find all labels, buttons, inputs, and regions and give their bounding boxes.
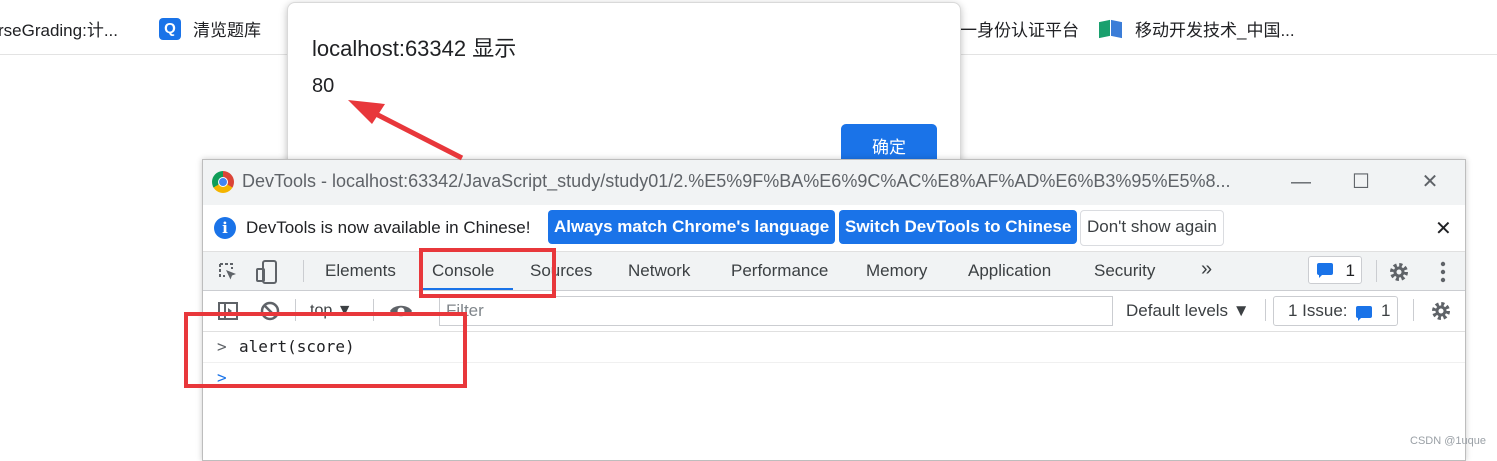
bookmark-label: 清览题库 xyxy=(193,21,261,40)
issue-icon xyxy=(1356,306,1373,321)
kebab-menu-icon[interactable] xyxy=(1433,260,1453,284)
toolbar-separator xyxy=(1376,260,1377,282)
inspect-element-icon[interactable] xyxy=(217,261,239,283)
bookmark-label: 移动开发技术_中国... xyxy=(1135,21,1295,40)
infobar-text: DevTools is now available in Chinese! xyxy=(246,218,531,237)
bookmark-label: 一身份认证平台 xyxy=(960,21,1079,40)
toolbar-separator xyxy=(1265,299,1266,321)
bookmark-item[interactable]: 移动开发技术_中国... xyxy=(1099,16,1295,41)
book-icon xyxy=(1099,19,1123,39)
tab-security[interactable]: Security xyxy=(1094,261,1155,281)
console-settings-icon[interactable] xyxy=(1429,299,1453,323)
messages-count: 1 xyxy=(1345,261,1355,280)
devtools-tabbar: Elements Console Sources Network Perform… xyxy=(203,252,1465,291)
issues-button[interactable]: 1 Issue: 1 xyxy=(1273,296,1398,326)
annotation-box-console-input xyxy=(184,312,467,388)
q-icon: Q xyxy=(159,17,181,40)
devtools-titlebar: DevTools - localhost:63342/JavaScript_st… xyxy=(203,160,1465,205)
close-window-icon[interactable]: ✕ xyxy=(1410,168,1450,196)
messages-button[interactable]: 1 xyxy=(1308,256,1362,284)
bookmark-label: rseGrading:计... xyxy=(0,21,118,40)
alert-title: localhost:63342 显示 xyxy=(312,36,517,61)
issues-label: 1 Issue: xyxy=(1288,301,1348,320)
tab-memory[interactable]: Memory xyxy=(866,261,927,281)
tab-application[interactable]: Application xyxy=(968,261,1051,281)
match-language-button[interactable]: Always match Chrome's language xyxy=(548,210,836,244)
toolbar-separator xyxy=(1413,299,1414,321)
close-infobar-icon[interactable]: ✕ xyxy=(1435,216,1452,241)
chrome-logo-icon xyxy=(212,171,234,193)
bookmark-item[interactable]: 一身份认证平台 xyxy=(960,16,1079,41)
tab-elements[interactable]: Elements xyxy=(325,261,396,281)
settings-gear-icon[interactable] xyxy=(1387,260,1411,284)
window-title: DevTools - localhost:63342/JavaScript_st… xyxy=(242,171,1231,191)
bookmark-item[interactable]: rseGrading:计... xyxy=(0,16,118,41)
log-levels-dropdown[interactable]: Default levels ▼ xyxy=(1126,301,1250,321)
toolbar-separator xyxy=(303,260,304,282)
annotation-box-console-tab xyxy=(419,248,556,298)
message-icon xyxy=(1317,263,1333,278)
info-icon: i xyxy=(214,217,236,239)
maximize-icon[interactable]: ☐ xyxy=(1341,168,1381,196)
more-tabs-icon[interactable]: » xyxy=(1201,258,1212,281)
alert-message: 80 xyxy=(312,75,335,97)
issues-count: 1 xyxy=(1381,301,1391,320)
minimize-icon[interactable]: — xyxy=(1281,168,1321,196)
watermark: CSDN @1uque xyxy=(1410,435,1486,447)
tab-network[interactable]: Network xyxy=(628,261,690,281)
dont-show-again-button[interactable]: Don't show again xyxy=(1080,210,1224,246)
filter-input[interactable]: Filter xyxy=(439,296,1113,326)
tab-performance[interactable]: Performance xyxy=(731,261,828,281)
devtools-window: DevTools - localhost:63342/JavaScript_st… xyxy=(202,159,1466,461)
device-toolbar-icon[interactable] xyxy=(255,259,279,285)
switch-chinese-button[interactable]: Switch DevTools to Chinese xyxy=(839,210,1078,244)
language-infobar: i DevTools is now available in Chinese! … xyxy=(203,205,1465,252)
bookmark-item[interactable]: Q 清览题库 xyxy=(159,16,261,41)
